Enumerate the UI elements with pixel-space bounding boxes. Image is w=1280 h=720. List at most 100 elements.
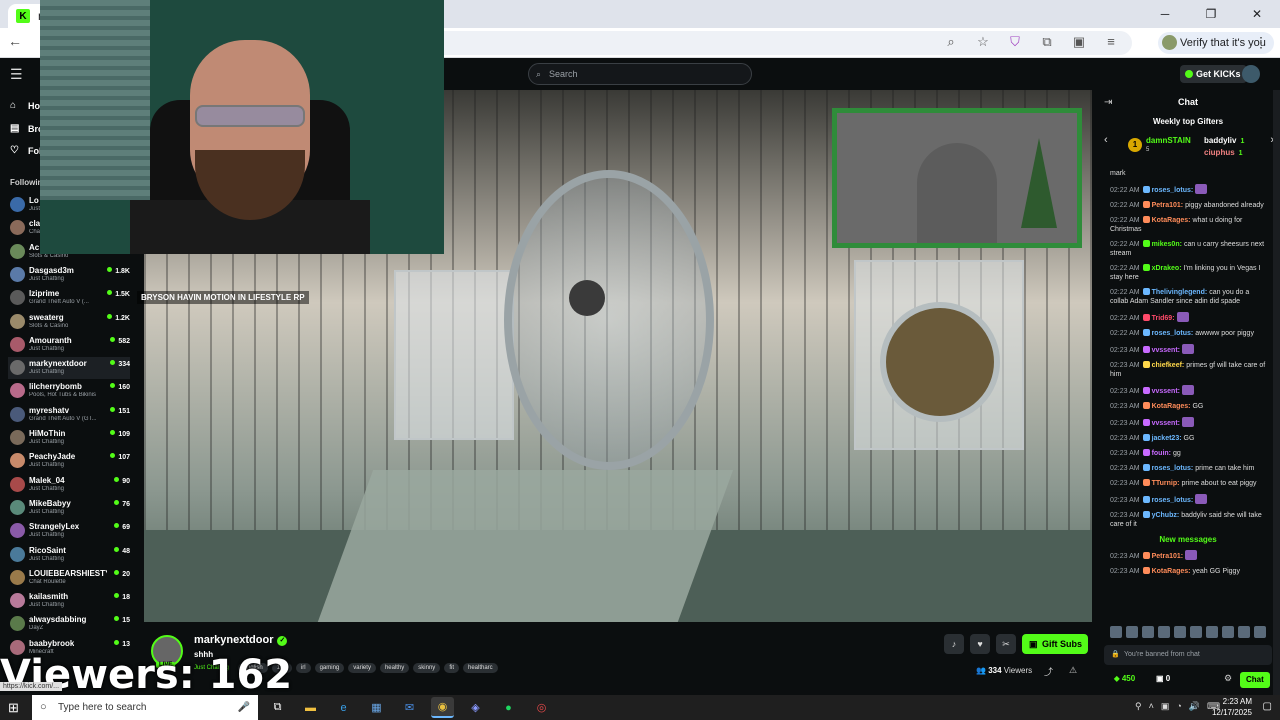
zoom-icon[interactable]: ⌕ [942, 34, 960, 50]
chat-username[interactable]: vvssent: [1152, 347, 1180, 354]
tag[interactable]: skinny [413, 663, 441, 673]
sidebar-channel-item[interactable]: MikeBabyy Just Chatting 76 [8, 497, 130, 519]
sidebar-channel-item[interactable]: Malek_04 Just Chatting 90 [8, 474, 130, 496]
split-view-icon[interactable]: ▣ [1070, 34, 1088, 50]
search-input[interactable]: ⌕ Search [528, 63, 752, 85]
chat-username[interactable]: roses_lotus: [1152, 187, 1194, 194]
chat-username[interactable]: jacket23: [1152, 435, 1182, 442]
chat-username[interactable]: Petra101: [1152, 202, 1184, 209]
chat-username[interactable]: TTurnip: [1152, 480, 1180, 487]
tag[interactable]: irl [295, 663, 311, 673]
sidebar-channel-item[interactable]: myreshatv Grand Theft Auto V (GT... 151 [8, 404, 130, 426]
chat-username[interactable]: KotaRages: [1152, 217, 1191, 224]
tag[interactable]: healthy [379, 663, 410, 673]
report-icon[interactable]: ⚠ [1069, 665, 1077, 676]
chevron-left-icon[interactable]: ‹ [1104, 134, 1108, 146]
chat-username[interactable]: yChubz: [1152, 512, 1180, 519]
emote-icon[interactable] [1206, 626, 1218, 638]
chat-username[interactable]: Petra101: [1152, 553, 1184, 560]
network-icon[interactable]: ⚲ [1135, 701, 1142, 712]
chat-username[interactable]: vvssent: [1152, 388, 1180, 395]
chat-username[interactable]: Trid69: [1152, 315, 1175, 322]
sidebar-channel-item[interactable]: Iziprime Grand Theft Auto V (... 1.5K [8, 287, 130, 309]
gifter-3[interactable]: ciuphus 1 [1204, 148, 1243, 157]
windows-start-icon[interactable]: ⊞ [8, 700, 19, 716]
notification-icon[interactable]: ▢ [1263, 701, 1272, 712]
top-gifter-name[interactable]: damnSTAIN [1146, 136, 1191, 145]
sidebar-channel-item[interactable]: HiMoThin Just Chatting 109 [8, 427, 130, 449]
restore-button[interactable]: ❐ [1188, 0, 1234, 28]
follow-heart-button[interactable]: ♥ [970, 634, 990, 654]
get-kicks-button[interactable]: Get KICKs [1180, 65, 1247, 83]
tag[interactable]: gaming [314, 663, 345, 673]
clip-button[interactable]: ✂ [996, 634, 1016, 654]
wifi-icon[interactable]: ◔ [1176, 701, 1181, 712]
sidebar-channel-item[interactable]: kailasmith Just Chatting 18 [8, 590, 130, 612]
sidebar-channel-item[interactable]: lilcherrybomb Pools, Hot Tubs & Bikinis 16… [8, 380, 130, 402]
app-icon[interactable]: ◎ [530, 697, 553, 718]
back-arrow-icon[interactable]: ← [8, 33, 22, 49]
gift-subs-button[interactable]: ▣ Gift Subs [1022, 634, 1088, 654]
chat-username[interactable]: xDrakeo: [1152, 265, 1182, 272]
user-avatar[interactable] [1242, 65, 1260, 83]
tag[interactable]: variety [348, 663, 376, 673]
chat-username[interactable]: mikes0n: [1152, 241, 1182, 248]
bookmark-star-icon[interactable]: ☆ [974, 34, 992, 50]
sidebar-channel-item[interactable]: sweaterg Slots & Casino 1.2K [8, 311, 130, 333]
streamer-name[interactable]: markynextdoor ✓ [194, 634, 288, 646]
emote-icon[interactable] [1238, 626, 1250, 638]
spotify-icon[interactable]: ● [497, 697, 520, 718]
sidebar-channel-item[interactable]: StrangelyLex Just Chatting 69 [8, 520, 130, 542]
volume-icon[interactable]: 🔊 [1189, 701, 1200, 712]
emote-icon[interactable] [1174, 626, 1186, 638]
emote-icon[interactable] [1126, 626, 1138, 638]
browser-menu-icon[interactable]: ⋮ [1254, 34, 1268, 51]
sidebar-nav-following[interactable]: ♡ Fol [10, 145, 42, 156]
hamburger-menu-icon[interactable]: ☰ [10, 66, 23, 83]
emote-icon[interactable] [1190, 626, 1202, 638]
notification-bell-button[interactable]: ♪ [944, 634, 964, 654]
page-scrollbar[interactable] [1273, 90, 1280, 695]
sidebar-channel-item[interactable]: markynextdoor Just Chatting 334 [8, 357, 130, 380]
sidebar-channel-item[interactable]: Amouranth Just Chatting 582 [8, 334, 130, 356]
emote-icon[interactable] [1222, 626, 1234, 638]
chat-username[interactable]: roses_lotus: [1152, 465, 1194, 472]
security-icon[interactable]: ▣ [1161, 701, 1170, 712]
store-icon[interactable]: ▦ [365, 697, 388, 718]
kicks-balance[interactable]: ⬥ 450 [1114, 674, 1135, 684]
sidebar-channel-item[interactable]: RicoSaint Just Chatting 48 [8, 544, 130, 566]
tag[interactable]: healtharc [462, 663, 498, 673]
close-window-button[interactable]: ✕ [1234, 0, 1280, 28]
sidebar-channel-item[interactable]: Dasgasd3m Just Chatting 1.8K [8, 264, 130, 286]
chat-username[interactable]: chiefkeef: [1152, 362, 1185, 369]
sidebar-nav-home[interactable]: ⌂ Ho [10, 100, 40, 111]
edge-icon[interactable]: e [332, 697, 355, 718]
taskbar-clock[interactable]: 2:23 AM 12/17/2025 [1212, 696, 1252, 718]
tag[interactable]: fit [444, 663, 459, 673]
chrome-icon[interactable]: ◉ [431, 697, 454, 718]
sidebar-channel-item[interactable]: PeachyJade Just Chatting 107 [8, 450, 130, 472]
gear-icon[interactable]: ⚙ [1224, 673, 1232, 684]
chat-input[interactable]: 🔒 You're banned from chat [1104, 645, 1272, 665]
chat-username[interactable]: KotaRages: [1152, 403, 1191, 410]
task-view-icon[interactable]: ⧉ [266, 697, 289, 718]
chat-username[interactable]: Thelivinglegend: [1152, 289, 1208, 296]
share-icon[interactable]: ⤴ [1044, 665, 1053, 678]
chat-username[interactable]: KotaRages: [1152, 568, 1191, 575]
microphone-icon[interactable]: 🎤 [238, 695, 250, 720]
emote-icon[interactable] [1158, 626, 1170, 638]
sidebar-channel-item[interactable]: LOUIEBEARSHIESTY4 Chat Roulette 20 [8, 567, 130, 589]
chevron-up-icon[interactable]: ˄ [1149, 701, 1154, 712]
chat-username[interactable]: vvssent: [1152, 420, 1180, 427]
emote-icon[interactable] [1110, 626, 1122, 638]
emote-icon[interactable] [1254, 626, 1266, 638]
extension-shield-icon[interactable]: ⛉ [1006, 34, 1024, 50]
taskbar-search-input[interactable]: ○ Type here to search 🎤 [32, 695, 258, 720]
send-chat-button[interactable]: Chat [1240, 672, 1270, 688]
mail-icon[interactable]: ✉ [398, 697, 421, 718]
new-messages-divider[interactable]: New messages [1096, 532, 1280, 547]
file-explorer-icon[interactable]: ▬ [299, 697, 322, 718]
discord-icon[interactable]: ◈ [464, 697, 487, 718]
sidebar-channel-item[interactable]: alwaysdabbing DayZ 15 [8, 613, 130, 635]
chat-username[interactable]: fouin: [1152, 450, 1171, 457]
